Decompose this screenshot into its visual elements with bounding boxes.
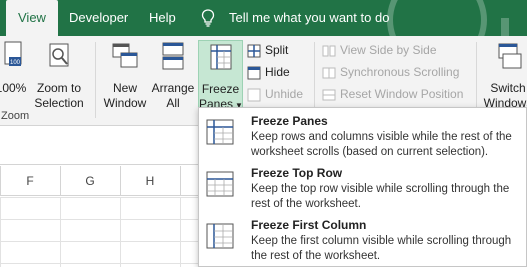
menu-item-title: Freeze First Column: [251, 218, 367, 232]
zoom-to-selection-line1: Zoom to: [36, 81, 81, 95]
zoom-group-label: Zoom: [1, 110, 30, 122]
zoom-to-selection-line2: Selection: [34, 96, 84, 110]
freeze-panes-line1: Freeze: [201, 82, 240, 96]
zoom-to-selection-button[interactable]: Zoom to Selection: [30, 40, 88, 114]
tell-me-search[interactable]: Tell me what you want to do: [229, 0, 389, 36]
svg-text:100: 100: [10, 60, 21, 66]
menu-item-description: Keep the first column visible while scro…: [251, 235, 512, 262]
unhide-label: Unhide: [265, 87, 304, 101]
hide-label: Hide: [265, 65, 290, 79]
arrange-all-line2: All: [166, 96, 180, 110]
tab-view[interactable]: View: [6, 0, 58, 36]
hide-button[interactable]: Hide: [247, 62, 290, 82]
freeze-first-column-icon: [206, 223, 234, 249]
tab-developer[interactable]: Developer: [69, 0, 128, 36]
freeze-panes-menu: Freeze Panes Keep rows and columns visib…: [198, 107, 527, 267]
reset-window-position-label: Reset Window Position: [340, 87, 464, 101]
menu-item-title: Freeze Top Row: [251, 166, 343, 180]
freeze-panes-button[interactable]: Freeze Panes ▼: [198, 40, 243, 114]
column-header-g[interactable]: G: [60, 166, 120, 196]
split-icon: [247, 44, 261, 58]
sync-scroll-icon: [322, 67, 336, 79]
zoom-100-label: 100%: [0, 81, 27, 95]
hide-window-icon: [247, 66, 261, 80]
tab-help[interactable]: Help: [149, 0, 176, 36]
side-by-side-icon: [322, 45, 336, 57]
menu-item-title: Freeze Panes: [251, 114, 328, 128]
zoom-100-button[interactable]: 100 100%: [0, 40, 28, 114]
menu-item-description: Keep rows and columns visible while the …: [251, 131, 512, 158]
arrange-all-icon: [162, 42, 184, 70]
view-side-by-side-label: View Side by Side: [340, 43, 437, 57]
ribbon-tab-bar: View Developer Help Tell me what you wan…: [0, 0, 527, 70]
arrange-all-line1: Arrange: [151, 81, 195, 95]
menu-item-freeze-top-row[interactable]: Freeze Top Row Keep the top row visible …: [199, 162, 527, 212]
column-header-h[interactable]: H: [120, 166, 180, 196]
unhide-window-icon: [247, 88, 261, 102]
lightbulb-icon: [201, 9, 215, 27]
menu-item-freeze-panes[interactable]: Freeze Panes Keep rows and columns visib…: [199, 110, 527, 160]
zoom-to-selection-icon: [49, 43, 69, 67]
freeze-panes-icon: [210, 44, 231, 70]
split-label: Split: [265, 43, 289, 57]
menu-item-description: Keep the top row visible while scrolling…: [251, 183, 510, 210]
switch-windows-icon: [498, 43, 522, 69]
menu-item-freeze-first-column[interactable]: Freeze First Column Keep the first colum…: [199, 214, 527, 264]
synchronous-scrolling-label: Synchronous Scrolling: [340, 65, 460, 79]
column-separator: [180, 166, 181, 196]
zoom-100-icon: 100: [4, 41, 22, 66]
freeze-panes-icon: [206, 119, 234, 145]
column-header-f[interactable]: F: [0, 166, 60, 196]
new-window-button[interactable]: New Window: [102, 40, 148, 114]
new-window-line1: New: [112, 81, 137, 95]
switch-windows-line1: Switch: [490, 81, 526, 95]
split-button[interactable]: Split: [247, 40, 288, 60]
new-window-icon: [112, 43, 138, 68]
synchronous-scrolling-button[interactable]: Synchronous Scrolling: [322, 62, 459, 82]
unhide-button[interactable]: Unhide: [247, 84, 303, 104]
view-side-by-side-button[interactable]: View Side by Side: [322, 40, 437, 60]
reset-window-position-button[interactable]: Reset Window Position: [322, 84, 463, 104]
group-separator: [95, 42, 96, 118]
switch-windows-button[interactable]: Switch Windows: [480, 40, 527, 114]
arrange-all-button[interactable]: Arrange All: [150, 40, 196, 114]
freeze-top-row-icon: [206, 171, 234, 197]
new-window-line2: Window: [103, 96, 147, 110]
reset-position-icon: [322, 89, 336, 101]
